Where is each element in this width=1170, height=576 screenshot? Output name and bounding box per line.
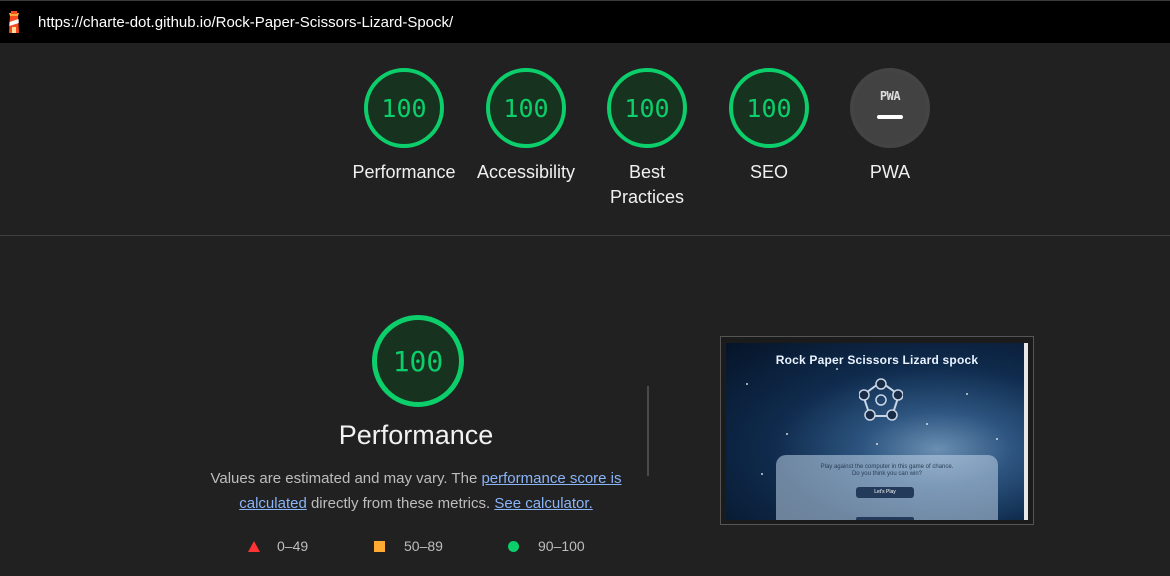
pwa-badge-icon: PWA [879,89,901,103]
screenshot-image: Rock Paper Scissors Lizard spock Play ag… [726,343,1028,520]
pwa-ring: PWA [850,68,930,148]
gauge-label: Accessibility [476,162,576,182]
performance-title: Performance [338,420,494,450]
square-icon [374,540,385,552]
url-text[interactable]: https://charte-dot.github.io/Rock-Paper-… [38,14,453,31]
screenshot-secondary-button [856,517,914,520]
gauge-label: SEO [749,162,788,182]
see-calculator-link[interactable]: See calculator. [494,495,592,512]
score-ring: 100 [364,68,444,148]
screenshot-card: Play against the computer in this game o… [776,455,998,520]
gauge-label: Best Practices [609,162,685,207]
gauge-pwa[interactable]: PWA PWA [830,68,950,185]
score-ring: 100 [729,68,809,148]
screenshot-card-text: Play against the computer in this game o… [820,464,954,477]
dash-icon [877,115,903,119]
vertical-divider [647,386,649,476]
gauge-best-practices[interactable]: 100 Best Practices [587,68,707,210]
performance-description: Values are estimated and may vary. The p… [210,470,622,512]
gauge-seo[interactable]: 100 SEO [709,68,829,185]
final-screenshot-thumbnail[interactable]: Rock Paper Scissors Lizard spock Play ag… [720,336,1034,525]
score-legend: 0–49 50–89 90–100 [0,538,700,558]
rpsls-emblem-icon [859,378,903,421]
score-ring: 100 [486,68,566,148]
score-ring: 100 [607,68,687,148]
legend-average: 50–89 [374,538,443,554]
gauge-label: Performance [352,162,456,182]
gauge-label: PWA [869,162,911,182]
screenshot-title: Rock Paper Scissors Lizard spock [775,353,979,367]
score-gauges: 100 Performance 100 Accessibility 100 Be… [0,68,1170,218]
lets-play-button: Let's Play [856,487,914,498]
gauge-performance[interactable]: 100 Performance [344,68,464,185]
legend-fail: 0–49 [248,538,308,554]
gauge-accessibility[interactable]: 100 Accessibility [466,68,586,185]
performance-score-ring: 100 [372,315,464,407]
circle-icon [508,540,519,552]
screenshot-scrollbar [1024,343,1028,520]
section-divider [0,235,1170,236]
triangle-icon [248,540,260,552]
url-bar: https://charte-dot.github.io/Rock-Paper-… [0,0,1170,43]
lighthouse-icon [9,11,19,33]
legend-pass: 90–100 [508,538,585,554]
